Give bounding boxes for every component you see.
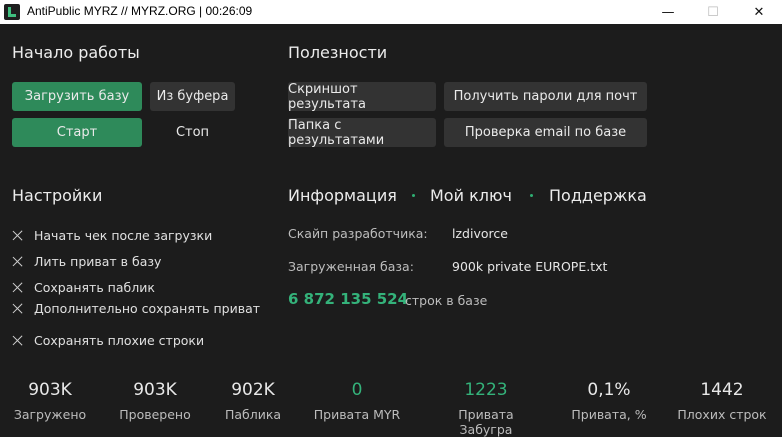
settings-heading: Настройки <box>12 186 103 205</box>
screenshot-result-button[interactable]: Скриншот результата <box>288 82 436 112</box>
stat-value: 0 <box>351 380 363 400</box>
unchecked-x-icon <box>12 230 23 241</box>
stat-loaded: 903K Загружено <box>0 380 105 422</box>
loaded-base-value: 900k private EUROPE.txt <box>452 259 608 274</box>
loaded-base-label: Загруженная база: <box>288 259 414 274</box>
stat-label: Привата Забугра <box>458 407 514 437</box>
load-base-button[interactable]: Загрузить базу <box>12 82 142 111</box>
setting-pour-private[interactable]: Лить приват в базу <box>12 254 161 269</box>
unchecked-x-icon <box>12 303 23 314</box>
utilities-heading: Полезности <box>288 43 388 62</box>
stat-bad-lines: 1442 Плохих строк <box>667 380 777 422</box>
window-title: AntiPublic MYRZ // MYRZ.ORG | 00:26:09 <box>27 4 253 18</box>
stat-value: 0,1% <box>587 380 631 400</box>
close-button[interactable]: ✕ <box>736 0 782 24</box>
start-section-heading: Начало работы <box>12 43 140 62</box>
setting-label: Сохранять паблик <box>34 280 155 295</box>
rows-count: 6 872 135 524 <box>288 290 409 308</box>
setting-label: Дополнительно сохранять приват <box>34 301 261 316</box>
stat-value: 1223 <box>464 380 508 400</box>
start-button[interactable]: Старт <box>12 118 142 147</box>
setting-label: Начать чек после загрузки <box>34 228 213 243</box>
setting-start-check-after-load[interactable]: Начать чек после загрузки <box>12 228 212 243</box>
unchecked-x-icon <box>12 335 23 346</box>
stat-label: Проверено <box>119 407 191 422</box>
setting-extra-save-private[interactable]: Дополнительно сохранять приват <box>12 301 260 316</box>
stat-private-percent: 0,1% Привата, % <box>554 380 664 422</box>
stat-label: Паблика <box>224 407 282 422</box>
setting-save-bad-lines[interactable]: Сохранять плохие строки <box>12 333 204 348</box>
minimize-button[interactable]: — <box>645 0 691 24</box>
setting-label: Сохранять плохие строки <box>34 333 205 348</box>
tab-my-key[interactable]: Мой ключ <box>430 186 512 205</box>
rows-label: строк в базе <box>405 293 488 308</box>
stat-public: 902K Паблика <box>198 380 308 422</box>
stat-private-myr: 0 Привата MYR <box>302 380 412 422</box>
stat-label: Привата MYR <box>313 407 401 422</box>
stat-label: Плохих строк <box>677 407 767 422</box>
stat-value: 902K <box>231 380 275 400</box>
tab-separator-dot <box>530 194 533 197</box>
tab-separator-dot <box>412 194 415 197</box>
app-logo-icon <box>4 4 20 20</box>
stat-label: Загружено <box>13 407 87 422</box>
title-bar: AntiPublic MYRZ // MYRZ.ORG | 00:26:09 —… <box>0 0 782 24</box>
stat-private-abroad: 1223 Привата Забугра <box>431 380 541 437</box>
tab-support[interactable]: Поддержка <box>549 186 647 205</box>
get-passwords-button[interactable]: Получить пароли для почт <box>444 82 647 111</box>
dev-skype-label: Скайп разработчика: <box>288 226 428 241</box>
stat-checked: 903K Проверено <box>100 380 210 422</box>
email-check-button[interactable]: Проверка email по базе <box>444 118 647 147</box>
results-folder-button[interactable]: Папка с результатами <box>288 118 436 148</box>
tab-information[interactable]: Информация <box>288 186 397 205</box>
setting-label: Лить приват в базу <box>34 254 162 269</box>
stop-button[interactable]: Стоп <box>150 118 235 147</box>
unchecked-x-icon <box>12 282 23 293</box>
unchecked-x-icon <box>12 256 23 267</box>
setting-save-public[interactable]: Сохранять паблик <box>12 280 155 295</box>
stat-value: 903K <box>133 380 177 400</box>
stat-value: 903K <box>28 380 72 400</box>
from-buffer-button[interactable]: Из буфера <box>150 82 235 111</box>
maximize-button[interactable]: ☐ <box>690 0 736 24</box>
stat-value: 1442 <box>700 380 744 400</box>
dev-skype-value: lzdivorce <box>452 226 508 241</box>
stat-label: Привата, % <box>571 407 647 422</box>
